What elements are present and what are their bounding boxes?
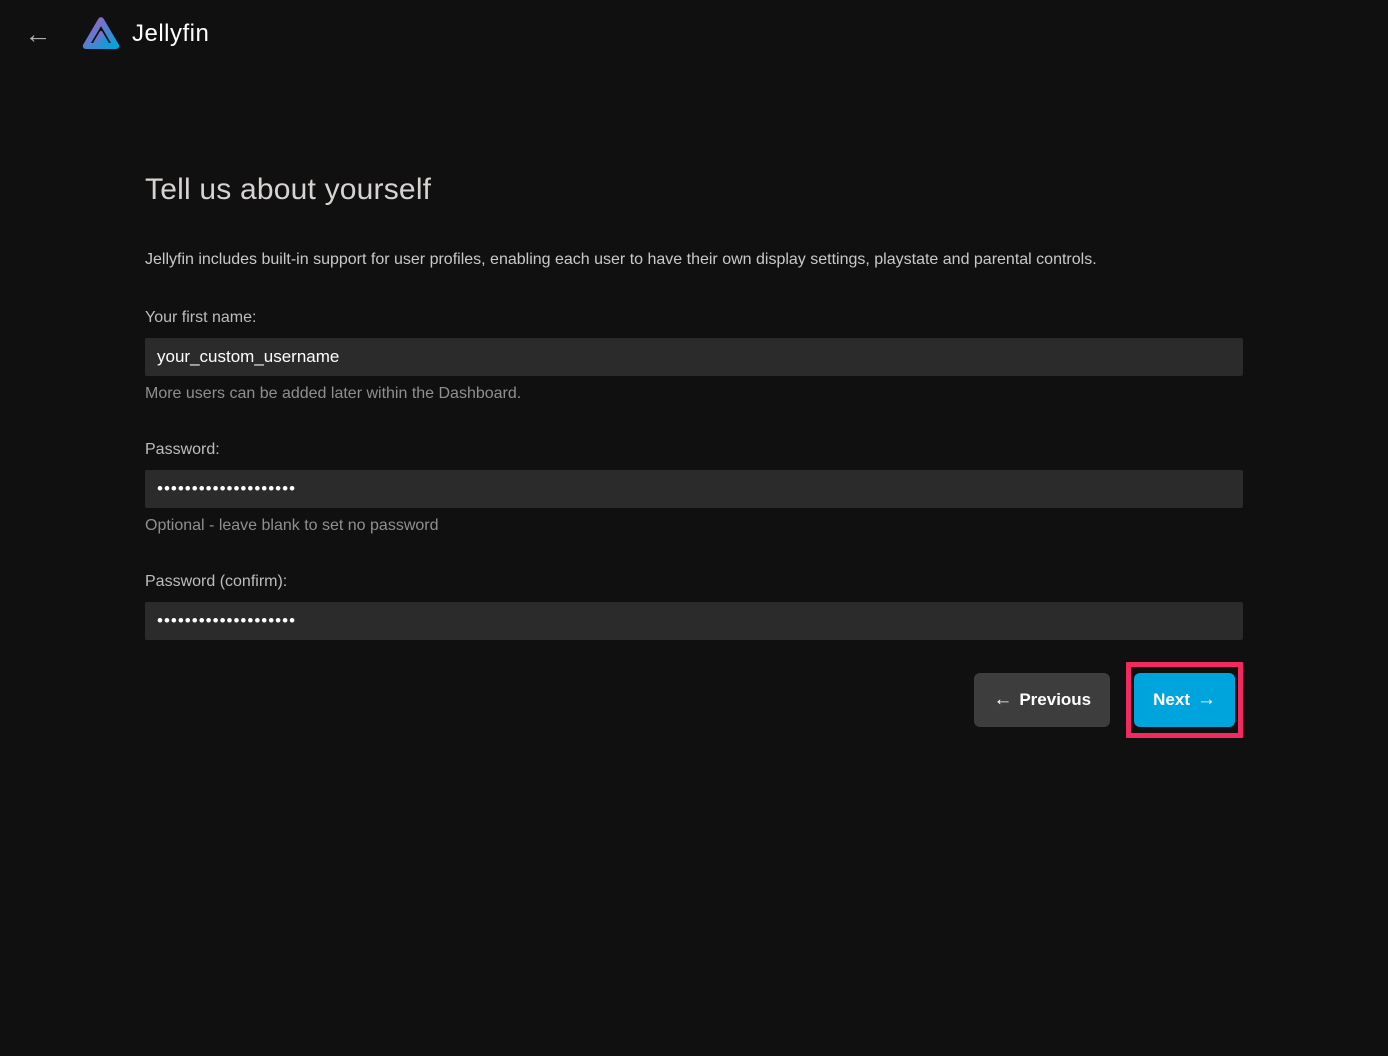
- setup-wizard-page: Tell us about yourself Jellyfin includes…: [0, 172, 1388, 738]
- arrow-back-icon: ←: [25, 19, 52, 50]
- jellyfin-logo-icon: [78, 11, 124, 57]
- password-field-group: Password: Optional - leave blank to set …: [145, 440, 1243, 536]
- top-header: ← Jellyfin: [0, 0, 1388, 68]
- next-button-highlight-annotation: Next →: [1126, 662, 1243, 738]
- app-title: Jellyfin: [132, 20, 209, 48]
- password-confirm-label: Password (confirm):: [145, 572, 1243, 592]
- next-button-label: Next: [1153, 690, 1190, 710]
- password-helper-text: Optional - leave blank to set no passwor…: [145, 516, 1243, 536]
- arrow-left-icon: ←: [993, 689, 1012, 711]
- previous-button[interactable]: ← Previous: [974, 673, 1110, 727]
- password-confirm-input[interactable]: [145, 602, 1243, 640]
- previous-button-label: Previous: [1019, 690, 1091, 710]
- page-description: Jellyfin includes built-in support for u…: [145, 248, 1243, 272]
- username-label: Your first name:: [145, 308, 1243, 328]
- wizard-navigation: ← Previous Next →: [145, 662, 1243, 738]
- back-button[interactable]: ←: [18, 14, 58, 54]
- password-confirm-field-group: Password (confirm):: [145, 572, 1243, 640]
- page-title: Tell us about yourself: [145, 172, 1243, 208]
- jellyfin-logo: Jellyfin: [78, 11, 209, 57]
- password-label: Password:: [145, 440, 1243, 460]
- next-button[interactable]: Next →: [1134, 673, 1235, 727]
- username-helper-text: More users can be added later within the…: [145, 384, 1243, 404]
- arrow-right-icon: →: [1197, 689, 1216, 711]
- username-field-group: Your first name: More users can be added…: [145, 308, 1243, 404]
- password-input[interactable]: [145, 470, 1243, 508]
- username-input[interactable]: [145, 338, 1243, 376]
